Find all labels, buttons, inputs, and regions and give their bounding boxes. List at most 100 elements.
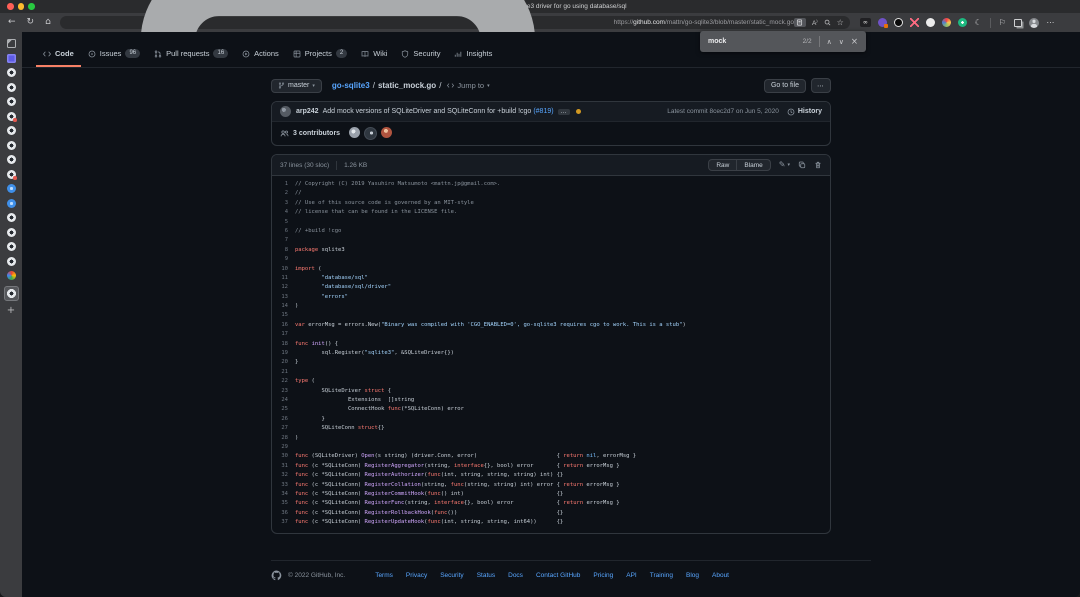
line-number[interactable]: 27 bbox=[272, 424, 295, 433]
extension-pinkx-icon[interactable] bbox=[910, 18, 919, 27]
jump-to-button[interactable]: Jump to ▾ bbox=[447, 81, 489, 90]
line-number[interactable]: 29 bbox=[272, 443, 295, 452]
line-number[interactable]: 20 bbox=[272, 358, 295, 367]
tab-pull-requests[interactable]: Pull requests16 bbox=[147, 43, 235, 67]
line-number[interactable]: 33 bbox=[272, 481, 295, 490]
line-number[interactable]: 35 bbox=[272, 499, 295, 508]
delete-file-button[interactable] bbox=[814, 161, 822, 169]
line-number[interactable]: 6 bbox=[272, 227, 295, 236]
line-number[interactable]: 22 bbox=[272, 377, 295, 386]
github-tab-favicon[interactable] bbox=[7, 97, 16, 106]
footer-link-terms[interactable]: Terms bbox=[375, 572, 393, 579]
line-number[interactable]: 14 bbox=[272, 302, 295, 311]
footer-link-docs[interactable]: Docs bbox=[508, 572, 523, 579]
line-number[interactable]: 5 bbox=[272, 218, 295, 227]
commit-author-link[interactable]: arp242 bbox=[296, 108, 319, 115]
line-number[interactable]: 15 bbox=[272, 311, 295, 320]
github-tab-favicon[interactable] bbox=[7, 126, 16, 135]
tab-wiki[interactable]: Wiki bbox=[354, 43, 394, 67]
github-tab-favicon[interactable] bbox=[7, 213, 16, 222]
github-tab-favicon[interactable] bbox=[7, 68, 16, 77]
line-number[interactable]: 17 bbox=[272, 330, 295, 339]
raw-button[interactable]: Raw bbox=[708, 159, 737, 171]
line-number[interactable]: 2 bbox=[272, 189, 295, 198]
favorites-star-icon[interactable]: ☆ bbox=[837, 19, 844, 27]
find-query-input[interactable]: mock bbox=[708, 38, 726, 45]
line-number[interactable]: 21 bbox=[272, 368, 295, 377]
tab-issues[interactable]: Issues96 bbox=[81, 43, 147, 67]
edit-file-button[interactable]: ✎ bbox=[779, 161, 786, 169]
read-aloud-icon[interactable]: A) bbox=[812, 17, 818, 28]
line-number[interactable]: 31 bbox=[272, 462, 295, 471]
github-tab-favicon[interactable] bbox=[7, 141, 16, 150]
footer-link-privacy[interactable]: Privacy bbox=[406, 572, 427, 579]
blame-button[interactable]: Blame bbox=[736, 159, 770, 171]
footer-link-training[interactable]: Training bbox=[650, 572, 673, 579]
github-tab-favicon[interactable] bbox=[7, 257, 16, 266]
line-number[interactable]: 13 bbox=[272, 293, 295, 302]
footer-link-contact-github[interactable]: Contact GitHub bbox=[536, 572, 580, 579]
line-number[interactable]: 9 bbox=[272, 255, 295, 264]
tab-security[interactable]: Security bbox=[394, 43, 447, 67]
address-bar[interactable]: https://github.com/mattn/go-sqlite3/blob… bbox=[60, 16, 850, 29]
line-number[interactable]: 4 bbox=[272, 208, 295, 217]
find-close-button[interactable]: × bbox=[851, 37, 858, 47]
tab-actions[interactable]: Actions bbox=[235, 43, 286, 67]
github-tab-favicon[interactable] bbox=[7, 83, 16, 92]
commit-pr-link[interactable]: (#819) bbox=[533, 108, 553, 115]
back-button[interactable]: ← bbox=[8, 18, 16, 27]
line-number[interactable]: 26 bbox=[272, 415, 295, 424]
github-tab-favicon[interactable] bbox=[7, 228, 16, 237]
line-number[interactable]: 19 bbox=[272, 349, 295, 358]
footer-link-status[interactable]: Status bbox=[477, 572, 495, 579]
tab-favicon[interactable] bbox=[7, 184, 16, 193]
tab-actions-icon[interactable] bbox=[7, 39, 16, 48]
line-number[interactable]: 37 bbox=[272, 518, 295, 527]
pinned-tab-favicon[interactable] bbox=[7, 54, 16, 63]
extension-moon-icon[interactable]: ☾ bbox=[974, 18, 983, 27]
go-to-file-button[interactable]: Go to file bbox=[764, 79, 806, 93]
profile-avatar[interactable] bbox=[1029, 18, 1039, 28]
tab-code[interactable]: Code bbox=[36, 43, 81, 67]
extension-white-icon[interactable] bbox=[926, 18, 935, 27]
github-tab-favicon-notification[interactable] bbox=[7, 170, 16, 179]
active-tab-favicon[interactable] bbox=[4, 286, 19, 301]
commit-message-expand-button[interactable]: … bbox=[558, 109, 570, 115]
edit-dropdown-caret[interactable]: ▾ bbox=[787, 162, 790, 168]
contributor-avatar[interactable] bbox=[349, 127, 360, 138]
extension-infinity-icon[interactable]: ∞ bbox=[860, 18, 871, 27]
github-tab-favicon[interactable] bbox=[7, 242, 16, 251]
line-number[interactable]: 16 bbox=[272, 321, 295, 330]
footer-link-blog[interactable]: Blog bbox=[686, 572, 699, 579]
find-next-button[interactable]: ∨ bbox=[839, 37, 844, 47]
line-number[interactable]: 32 bbox=[272, 471, 295, 480]
tab-favicon[interactable] bbox=[7, 271, 16, 280]
refresh-button[interactable]: ↻ bbox=[27, 18, 35, 27]
copy-raw-contents-button[interactable] bbox=[798, 161, 806, 169]
zoom-window-button[interactable] bbox=[28, 3, 35, 10]
line-number[interactable]: 30 bbox=[272, 452, 295, 461]
contributor-avatar[interactable] bbox=[381, 127, 392, 138]
tab-favicon[interactable] bbox=[7, 199, 16, 208]
line-number[interactable]: 24 bbox=[272, 396, 295, 405]
line-number[interactable]: 8 bbox=[272, 246, 295, 255]
footer-link-about[interactable]: About bbox=[712, 572, 729, 579]
line-number[interactable]: 23 bbox=[272, 387, 295, 396]
line-number[interactable]: 34 bbox=[272, 490, 295, 499]
line-number[interactable]: 28 bbox=[272, 434, 295, 443]
find-previous-button[interactable]: ∧ bbox=[827, 37, 832, 47]
footer-link-security[interactable]: Security bbox=[440, 572, 463, 579]
extension-flag-icon[interactable]: ⚐ bbox=[998, 18, 1007, 27]
commit-author-avatar[interactable] bbox=[280, 106, 291, 117]
history-button[interactable]: History bbox=[787, 108, 822, 116]
zoom-icon[interactable] bbox=[824, 19, 831, 26]
latest-commit-text[interactable]: Latest commit 8cec2d7 on Jun 5, 2020 bbox=[667, 108, 779, 115]
extension-dark-icon[interactable] bbox=[894, 18, 903, 27]
find-in-page-bar[interactable]: mock 2/2 ∧ ∨ × bbox=[700, 31, 866, 52]
line-number[interactable]: 12 bbox=[272, 283, 295, 292]
github-tab-favicon-notification[interactable] bbox=[7, 112, 16, 121]
line-number[interactable]: 1 bbox=[272, 180, 295, 189]
extension-collections-icon[interactable] bbox=[1014, 19, 1022, 27]
tab-projects[interactable]: Projects2 bbox=[286, 43, 354, 67]
contributors-link[interactable]: 3 contributors bbox=[293, 130, 340, 137]
